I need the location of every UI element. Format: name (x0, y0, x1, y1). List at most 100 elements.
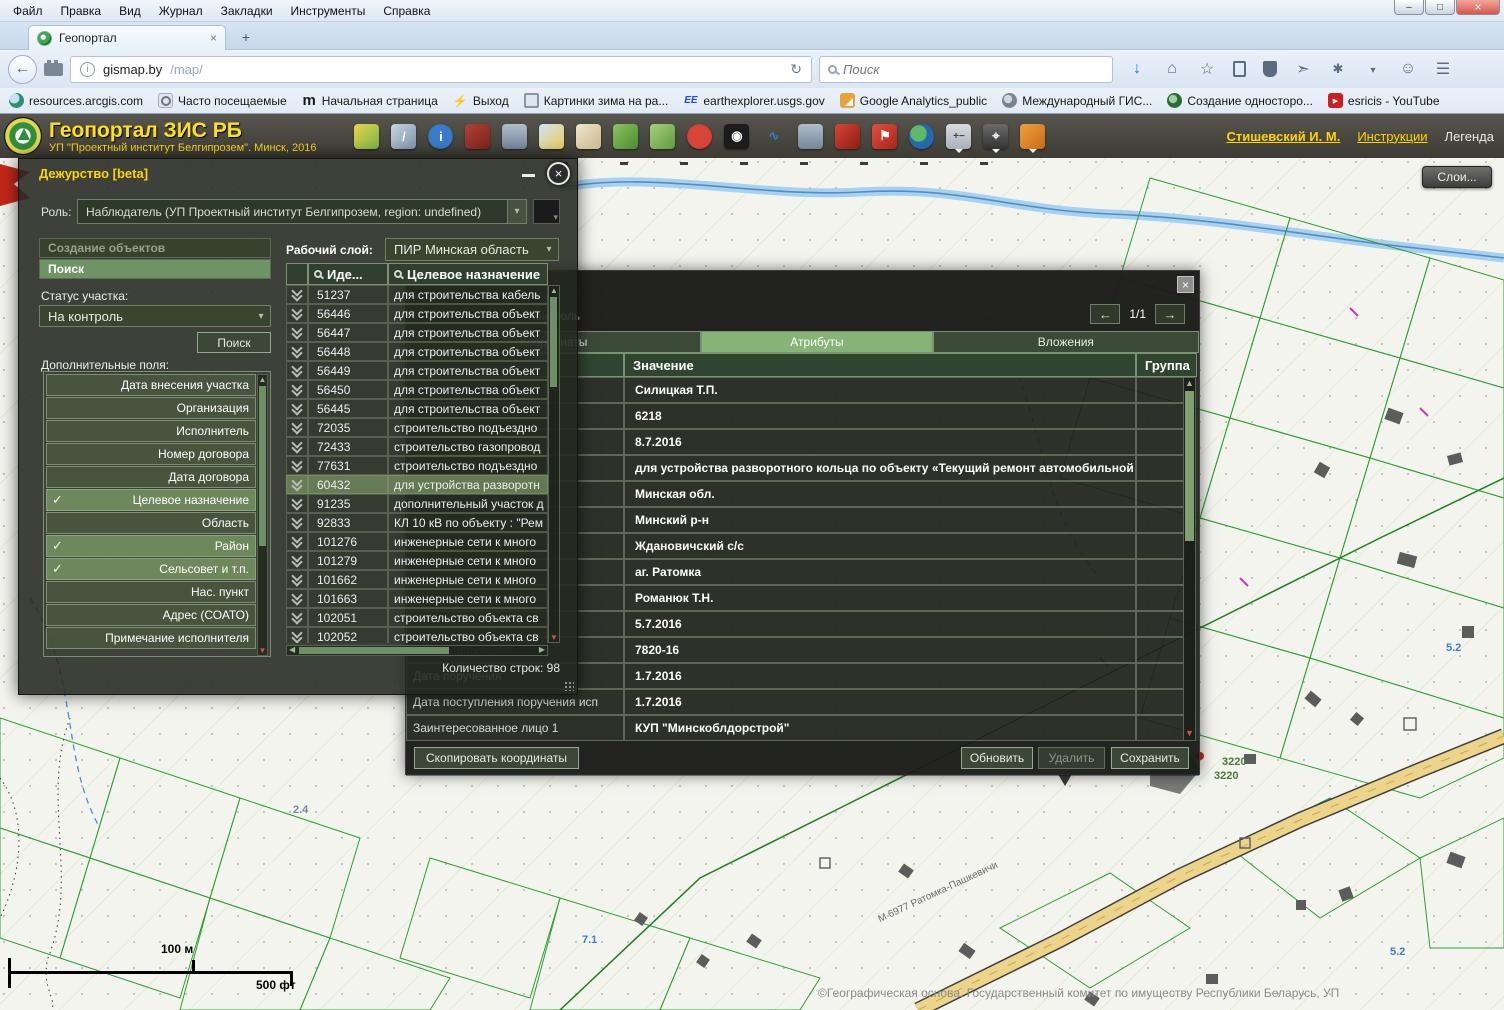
horizontal-scrollbar[interactable] (286, 645, 548, 656)
menu-view[interactable]: Вид (110, 1, 150, 21)
bookmarks-tool-icon[interactable] (1020, 124, 1045, 149)
zoom-to-icon[interactable] (291, 459, 303, 472)
list-item[interactable]: Адрес (СОАТО) (46, 604, 256, 626)
zoom-to-icon[interactable] (291, 516, 303, 529)
tab-close-icon[interactable] (210, 31, 217, 45)
extension-icon[interactable] (44, 63, 63, 76)
list-item[interactable]: Район (46, 535, 256, 557)
edit-tool-icon[interactable] (354, 124, 379, 149)
zoom-to-icon[interactable] (291, 440, 303, 453)
scroll-up-icon[interactable] (1184, 378, 1195, 390)
bookmark-item[interactable]: Начальная страница (302, 93, 438, 108)
id-column-header[interactable]: Иде... (308, 263, 388, 285)
tab-geoportal[interactable]: Геопортал (28, 25, 226, 50)
zoom-to-icon[interactable] (291, 402, 303, 415)
minimize-icon[interactable] (522, 169, 535, 177)
site-info-icon[interactable] (80, 62, 95, 77)
addon-icon[interactable] (1329, 60, 1347, 78)
list-item[interactable]: Исполнитель (46, 420, 256, 442)
bookmark-item[interactable]: Международный ГИС... (1002, 93, 1152, 108)
table-row[interactable]: 101663инженерные сети к много (286, 589, 548, 608)
table-row[interactable]: 56448для строительства объект (286, 342, 548, 361)
zoom-to-icon[interactable] (291, 611, 303, 624)
reference-book-tool-icon[interactable] (465, 124, 490, 149)
list-item[interactable]: Организация (46, 397, 256, 419)
table-row[interactable]: 77631строительство подъездно (286, 456, 548, 475)
menu-tools[interactable]: Инструменты (282, 1, 375, 21)
table-row[interactable]: 56447для строительства объект (286, 323, 548, 342)
status-select[interactable]: На контроль (39, 305, 271, 327)
scroll-thumb[interactable] (259, 386, 266, 546)
addon-dropdown-icon[interactable] (1364, 60, 1382, 78)
save-button[interactable]: Сохранить (1111, 747, 1189, 769)
next-record-button[interactable]: → (1155, 304, 1185, 324)
scroll-down-icon[interactable] (1184, 728, 1195, 740)
list-item[interactable]: Дата договора (46, 466, 256, 488)
minimize-button[interactable] (1394, 0, 1424, 15)
zoom-to-icon[interactable] (291, 326, 303, 339)
search-box[interactable] (819, 56, 1113, 83)
bookmark-item[interactable]: Выход (453, 93, 509, 108)
bookmark-item[interactable]: Часто посещаемые (158, 93, 287, 108)
table-row[interactable]: 56446для строительства объект (286, 304, 548, 323)
table-row-selected[interactable]: 60432для устройства разворотн (286, 475, 548, 494)
fields-scrollbar[interactable] (257, 374, 268, 656)
search-button[interactable]: Поиск (197, 332, 271, 353)
table-row[interactable]: 56449для строительства объект (286, 361, 548, 380)
calculator-tool-icon[interactable]: +− (946, 124, 971, 149)
table-row[interactable]: Заинтересованное лицо 1КУП "Минскоблдорс… (406, 715, 1184, 741)
send-tab-icon[interactable] (1294, 59, 1312, 79)
snapshot-tool-icon[interactable]: ◉ (724, 124, 749, 149)
menu-bookmarks[interactable]: Закладки (212, 1, 282, 21)
resize-grip[interactable] (564, 681, 574, 691)
bookmark-item[interactable]: resources.arcgis.com (9, 93, 143, 108)
list-item[interactable]: Дата внесения участка (46, 374, 256, 396)
library-icon[interactable] (1233, 61, 1246, 77)
print-map-tool-icon[interactable] (798, 124, 823, 149)
search-input[interactable] (843, 62, 1104, 77)
vertical-scrollbar[interactable] (1183, 377, 1196, 741)
draw-tool-icon[interactable]: / (391, 124, 416, 149)
home-icon[interactable] (1163, 60, 1181, 78)
prev-record-button[interactable]: ← (1090, 304, 1120, 324)
documents-tool-icon[interactable] (576, 124, 601, 149)
chevron-down-icon[interactable] (507, 200, 526, 223)
map-pin-tool-icon[interactable] (613, 124, 638, 149)
zoom-to-icon[interactable] (291, 288, 303, 301)
layers-brick-tool-icon[interactable] (835, 124, 860, 149)
table-row[interactable]: 101276инженерные сети к много (286, 532, 548, 551)
working-layer-select[interactable]: ПИР Минская область (385, 238, 559, 261)
list-item[interactable]: Целевое назначение (46, 489, 256, 511)
zoom-to-icon[interactable] (291, 535, 303, 548)
table-row[interactable]: 101662инженерные сети к много (286, 570, 548, 589)
zoom-to-icon[interactable] (291, 345, 303, 358)
layers-button[interactable]: Слои... (1422, 166, 1492, 188)
bookmark-item[interactable]: esricis - YouTube (1328, 93, 1440, 108)
table-row[interactable]: 56445для строительства объект (286, 399, 548, 418)
menu-history[interactable]: Журнал (150, 1, 212, 21)
binoculars-tool-icon[interactable]: ⌖ (983, 124, 1008, 149)
tab-attachments[interactable]: Вложения (933, 331, 1199, 353)
table-row[interactable]: 91235дополнительный участок д (286, 494, 548, 513)
tab-create-objects[interactable]: Создание объектов (39, 238, 271, 258)
copy-coordinates-button[interactable]: Скопировать координаты (414, 747, 579, 769)
bookmark-item[interactable]: earthexplorer.usgs.gov (683, 93, 824, 108)
flag-tool-icon[interactable]: ⚑ (872, 124, 897, 149)
scroll-thumb[interactable] (550, 297, 557, 387)
bookmark-item[interactable]: Google Analytics_public (840, 93, 987, 108)
print-tool-icon[interactable] (502, 124, 527, 149)
vertical-scrollbar[interactable] (548, 285, 560, 643)
zoom-to-icon[interactable] (291, 383, 303, 396)
list-item[interactable]: Область (46, 512, 256, 534)
list-item[interactable]: Нас. пункт (46, 581, 256, 603)
table-row[interactable]: 56450для строительства объект (286, 380, 548, 399)
globe-services-tool-icon[interactable] (909, 124, 934, 149)
back-button[interactable] (8, 55, 37, 84)
zoom-to-icon[interactable] (291, 307, 303, 320)
zoom-to-icon[interactable] (291, 497, 303, 510)
scroll-thumb[interactable] (1185, 391, 1194, 541)
address-search-tool-icon[interactable] (650, 124, 675, 149)
url-bar[interactable]: gismap.by/map/ (70, 56, 812, 83)
role-select[interactable]: Наблюдатель (УП Проектный институт Белги… (77, 199, 527, 224)
purpose-column-header[interactable]: Целевое назначение (388, 263, 548, 285)
